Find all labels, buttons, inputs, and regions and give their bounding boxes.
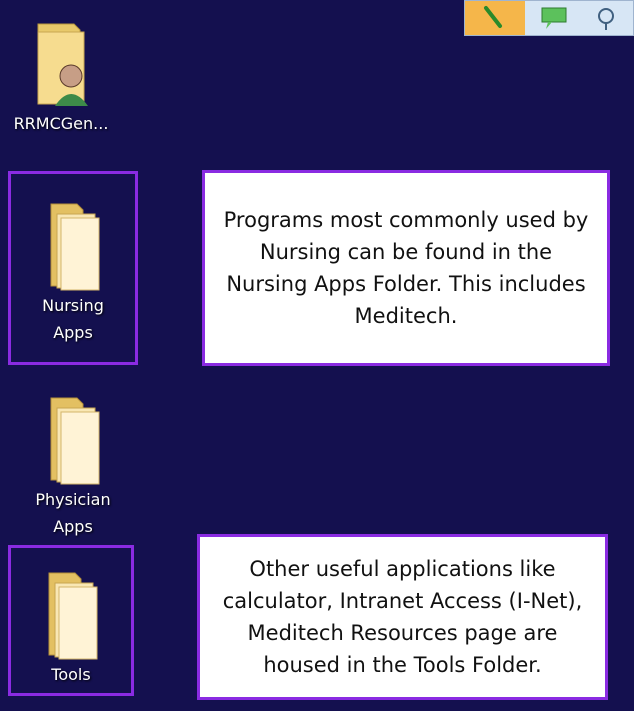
tools-note-text: Other useful applications like calculato… — [222, 557, 583, 677]
user-folder-icon — [37, 23, 88, 106]
tools-note: Other useful applications like calculato… — [197, 534, 608, 700]
search-tool-icon — [484, 6, 502, 28]
network-tool-icon — [598, 8, 614, 30]
desktop-icon-label: Physician Apps — [35, 490, 111, 536]
desktop-icon-tools[interactable]: Tools — [8, 565, 134, 688]
desktop-icon-rrmcgen[interactable]: RRMCGen... — [6, 18, 116, 137]
nursing-apps-note: Programs most commonly used by Nursing c… — [202, 170, 610, 366]
network-tool-button[interactable] — [585, 1, 633, 35]
folder-icon — [48, 572, 98, 660]
folder-icon — [50, 203, 100, 291]
desktop-icon-label: Nursing Apps — [42, 296, 104, 342]
top-toolbar — [464, 0, 634, 36]
search-tool-button[interactable] — [465, 1, 525, 35]
desktop-icon-physician-apps[interactable]: Physician Apps — [8, 390, 138, 540]
desktop-icon-nursing-apps[interactable]: Nursing Apps — [8, 196, 138, 346]
folder-icon — [50, 397, 100, 485]
chat-tool-icon — [541, 7, 567, 29]
chat-tool-button[interactable] — [525, 1, 585, 35]
nursing-apps-note-text: Programs most commonly used by Nursing c… — [223, 208, 589, 328]
desktop-icon-label: RRMCGen... — [13, 114, 109, 133]
desktop-icon-label: Tools — [51, 665, 91, 684]
